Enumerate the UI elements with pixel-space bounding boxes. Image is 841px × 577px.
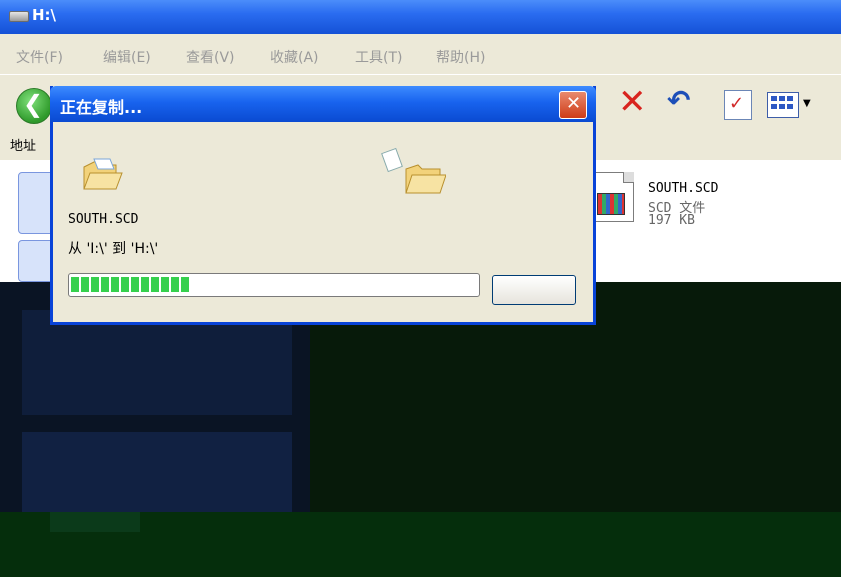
window-title: H:\ bbox=[32, 6, 57, 24]
file-name[interactable]: SOUTH.SCD bbox=[648, 181, 718, 196]
copy-source-destination: 从 'I:\' 到 'H:\' bbox=[68, 241, 159, 257]
close-icon: ✕ bbox=[566, 93, 582, 114]
back-arrow-icon: ❮ bbox=[23, 90, 44, 118]
menu-bar: 文件(F) 编辑(E) 查看(V) 收藏(A) 工具(T) 帮助(H) bbox=[0, 34, 841, 74]
copy-dialog-titlebar[interactable]: 正在复制... bbox=[50, 86, 596, 122]
close-button[interactable]: ✕ bbox=[559, 91, 587, 119]
explorer-window: H:\ 文件(F) 编辑(E) 查看(V) 收藏(A) 工具(T) 帮助(H) … bbox=[0, 0, 841, 577]
file-size: 197 KB bbox=[648, 213, 695, 228]
copy-progress-bar bbox=[68, 273, 480, 297]
drive-icon bbox=[9, 11, 29, 22]
progress-fill bbox=[71, 277, 189, 292]
corrupted-block bbox=[50, 512, 140, 532]
menu-help[interactable]: 帮助(H) bbox=[436, 47, 485, 67]
corrupted-panel-2 bbox=[22, 432, 292, 512]
cancel-button[interactable] bbox=[492, 275, 576, 305]
menu-favorites[interactable]: 收藏(A) bbox=[270, 47, 319, 67]
views-icon[interactable] bbox=[767, 92, 799, 118]
menu-view[interactable]: 查看(V) bbox=[186, 47, 235, 67]
destination-folder-icon bbox=[405, 164, 446, 194]
scd-file-icon[interactable] bbox=[592, 172, 634, 222]
open-folder-icon bbox=[83, 158, 123, 190]
properties-icon[interactable]: ✓ bbox=[724, 90, 752, 120]
menu-tools[interactable]: 工具(T) bbox=[355, 47, 402, 67]
corrupted-panel bbox=[22, 310, 292, 415]
back-button[interactable]: ❮ bbox=[16, 88, 52, 124]
menu-file[interactable]: 文件(F) bbox=[16, 47, 63, 67]
undo-icon[interactable]: ↶ bbox=[667, 84, 690, 117]
menu-edit[interactable]: 编辑(E) bbox=[103, 47, 151, 67]
address-label: 地址 bbox=[10, 139, 37, 154]
views-dropdown-icon[interactable]: ▼ bbox=[803, 98, 811, 109]
copy-file-name: SOUTH.SCD bbox=[68, 212, 139, 227]
delete-icon[interactable]: ✕ bbox=[618, 82, 647, 122]
copy-dialog-title: 正在复制... bbox=[60, 98, 143, 117]
window-titlebar[interactable]: H:\ bbox=[0, 0, 841, 34]
